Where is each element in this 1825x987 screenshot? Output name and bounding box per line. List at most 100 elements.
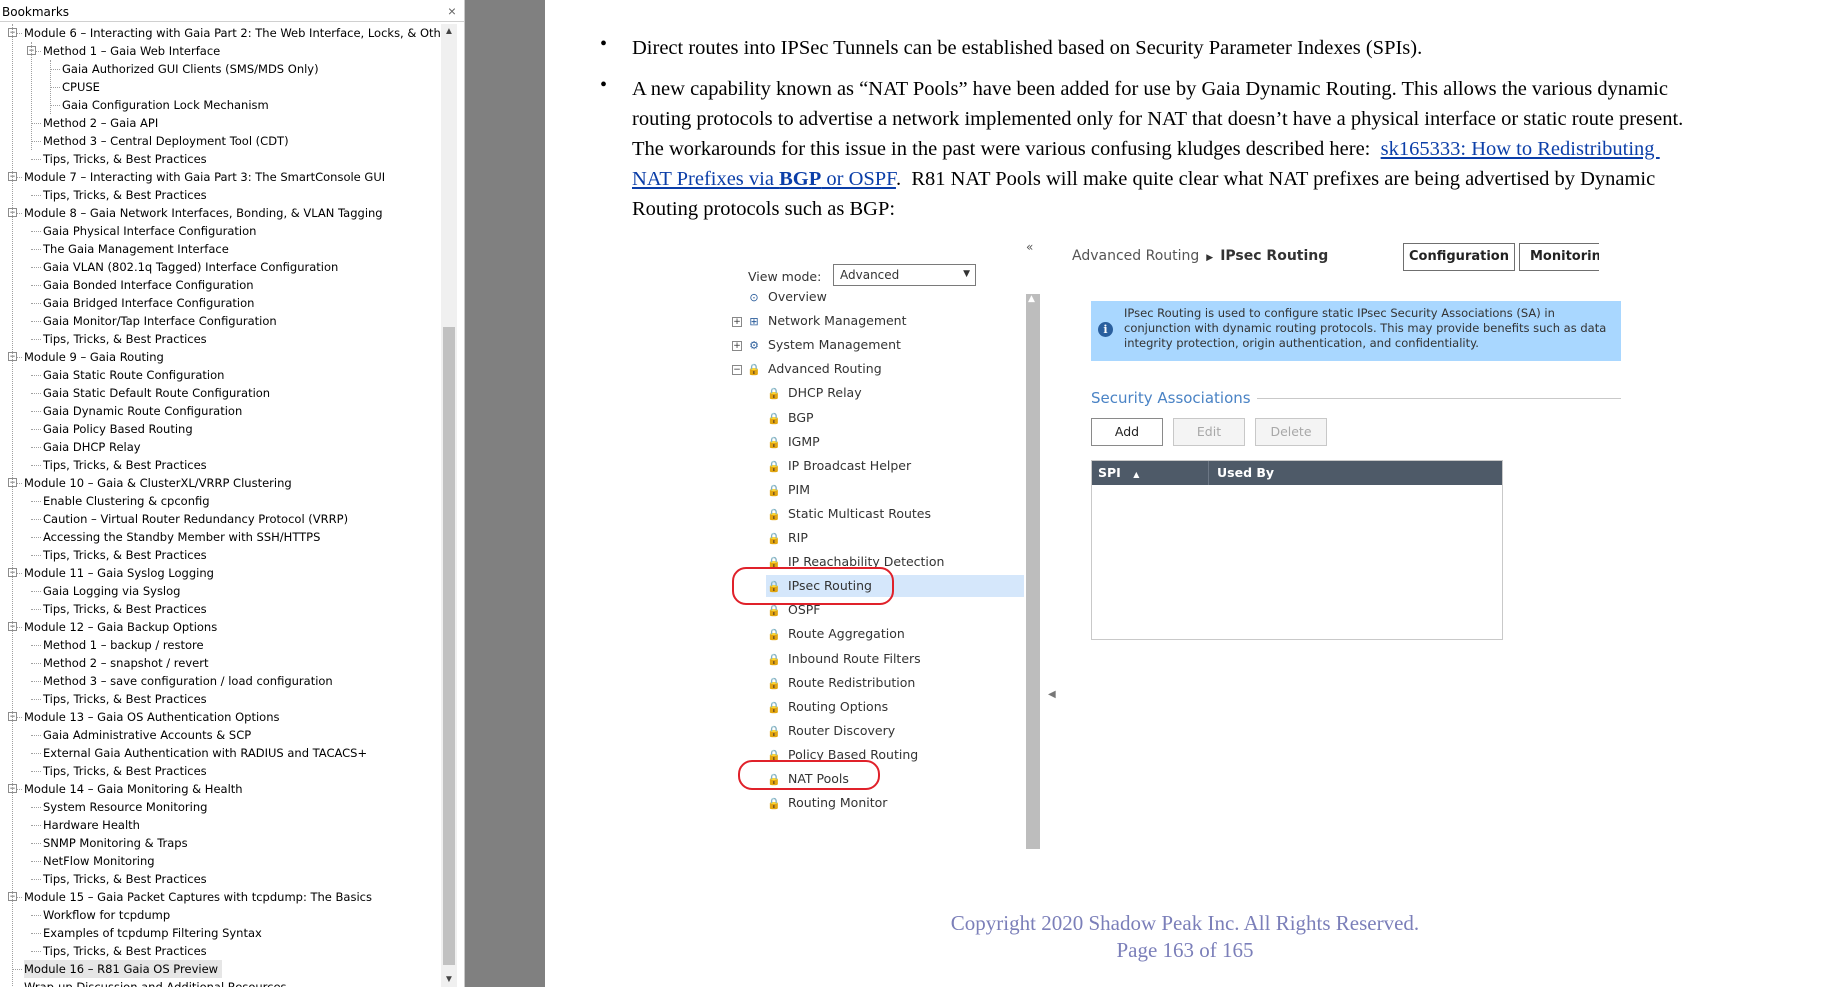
kb-link-part-2[interactable]: NAT Prefixes via BGP or OSPF	[632, 168, 896, 190]
bookmark-item[interactable]: Module 8 – Gaia Network Interfaces, Bond…	[24, 204, 383, 222]
bookmark-item[interactable]: Method 3 – Central Deployment Tool (CDT)	[43, 132, 289, 150]
bookmark-item[interactable]: External Gaia Authentication with RADIUS…	[43, 744, 367, 762]
bookmark-item[interactable]: Gaia Bridged Interface Configuration	[43, 294, 254, 312]
bookmark-item[interactable]: Enable Clustering & cpconfig	[43, 492, 210, 510]
tab-monitoring[interactable]: Monitoring	[1519, 243, 1599, 271]
nav-scrollbar[interactable]: ▲	[1026, 294, 1040, 849]
nav-item[interactable]: − 🔒 Advanced Routing	[730, 358, 1024, 380]
bookmark-item[interactable]: Workflow for tcpdump	[43, 906, 170, 924]
nav-item[interactable]: 🔒 Router Discovery	[766, 720, 1024, 742]
bookmark-item[interactable]: Gaia Physical Interface Configuration	[43, 222, 256, 240]
bookmark-item[interactable]: Module 15 – Gaia Packet Captures with tc…	[24, 888, 372, 906]
bookmark-item[interactable]: Gaia Policy Based Routing	[43, 420, 193, 438]
bookmark-item[interactable]: Tips, Tricks, & Best Practices	[43, 150, 207, 168]
bookmark-item[interactable]: Module 16 – R81 Gaia OS Preview	[24, 960, 223, 978]
bookmark-item[interactable]: Tips, Tricks, & Best Practices	[43, 330, 207, 348]
bookmark-item[interactable]: Module 11 – Gaia Syslog Logging	[24, 564, 214, 582]
table-header: SPI ▲ Used By	[1092, 461, 1502, 485]
bookmark-item[interactable]: Tips, Tricks, & Best Practices	[43, 870, 207, 888]
breadcrumb-parent[interactable]: Advanced Routing	[1072, 248, 1199, 264]
edit-button[interactable]: Edit	[1173, 418, 1245, 446]
bookmark-item[interactable]: Tips, Tricks, & Best Practices	[43, 546, 207, 564]
bookmark-item[interactable]: Tips, Tricks, & Best Practices	[43, 762, 207, 780]
tree-connector	[31, 555, 41, 556]
bookmark-item[interactable]: Gaia Bonded Interface Configuration	[43, 276, 254, 294]
bookmark-item[interactable]: Tips, Tricks, & Best Practices	[43, 456, 207, 474]
expand-toggle-icon[interactable]: +	[732, 316, 742, 327]
column-header-spi[interactable]: SPI ▲	[1098, 461, 1139, 487]
tab-configuration[interactable]: Configuration	[1403, 243, 1515, 271]
nav-item[interactable]: 🔒 RIP	[766, 527, 1024, 549]
bookmark-item[interactable]: Gaia Administrative Accounts & SCP	[43, 726, 251, 744]
nav-item[interactable]: 🔒 PIM	[766, 479, 1024, 501]
bookmark-item[interactable]: Method 1 – backup / restore	[43, 636, 204, 654]
bookmark-item[interactable]: Examples of tcpdump Filtering Syntax	[43, 924, 262, 942]
bookmarks-scrollbar[interactable]: ▲ ▼	[441, 24, 457, 987]
nav-item[interactable]: + ⊞ Network Management	[730, 310, 1024, 332]
nav-item[interactable]: 🔒 IGMP	[766, 431, 1024, 453]
bookmark-item[interactable]: System Resource Monitoring	[43, 798, 207, 816]
nav-item[interactable]: ⊙ Overview	[730, 286, 1024, 308]
nav-item[interactable]: 🔒 Inbound Route Filters	[766, 648, 1024, 670]
splitter-icon[interactable]: ◀	[1048, 689, 1056, 729]
lock-icon: 🔒	[767, 459, 781, 473]
nav-item[interactable]: 🔒 Static Multicast Routes	[766, 503, 1024, 525]
delete-button[interactable]: Delete	[1255, 418, 1327, 446]
nav-item-label: Inbound Route Filters	[788, 650, 921, 666]
bookmark-item[interactable]: Accessing the Standby Member with SSH/HT…	[43, 528, 320, 546]
tree-connector	[31, 933, 41, 934]
kb-link-part-1[interactable]: sk165333: How to Redistributing	[1381, 138, 1660, 160]
bookmark-item[interactable]: Module 6 – Interacting with Gaia Part 2:…	[24, 24, 440, 42]
nav-item[interactable]: 🔒 Routing Options	[766, 696, 1024, 718]
bookmark-item[interactable]: Module 7 – Interacting with Gaia Part 3:…	[24, 168, 385, 186]
bookmark-item[interactable]: Gaia Static Default Route Configuration	[43, 384, 270, 402]
scroll-up-icon[interactable]: ▲	[444, 26, 454, 37]
bookmark-item[interactable]: Gaia Dynamic Route Configuration	[43, 402, 242, 420]
close-icon[interactable]: ×	[448, 3, 456, 19]
collapse-icon[interactable]: «	[1026, 240, 1033, 254]
expand-toggle-icon[interactable]: +	[732, 340, 742, 351]
bookmark-item[interactable]: Tips, Tricks, & Best Practices	[43, 942, 207, 960]
bookmark-item[interactable]: Gaia Monitor/Tap Interface Configuration	[43, 312, 277, 330]
scroll-down-icon[interactable]: ▼	[444, 974, 454, 985]
bookmark-item[interactable]: Gaia VLAN (802.1q Tagged) Interface Conf…	[43, 258, 338, 276]
scroll-up-icon[interactable]: ▲	[1028, 294, 1035, 304]
tree-connector	[31, 195, 41, 196]
bookmark-item[interactable]: Module 12 – Gaia Backup Options	[24, 618, 217, 636]
bookmark-item[interactable]: Caution – Virtual Router Redundancy Prot…	[43, 510, 348, 528]
expand-toggle-icon[interactable]: −	[732, 364, 742, 375]
bookmark-item[interactable]: Module 13 – Gaia OS Authentication Optio…	[24, 708, 279, 726]
bookmark-item[interactable]: Gaia Logging via Syslog	[43, 582, 180, 600]
nav-item[interactable]: 🔒 Route Redistribution	[766, 672, 1024, 694]
bookmark-item[interactable]: CPUSE	[62, 78, 100, 96]
bookmark-item[interactable]: The Gaia Management Interface	[43, 240, 229, 258]
bookmark-item[interactable]: Gaia Authorized GUI Clients (SMS/MDS Onl…	[62, 60, 319, 78]
bookmark-item[interactable]: Method 3 – save configuration / load con…	[43, 672, 333, 690]
nav-item[interactable]: 🔒 IP Broadcast Helper	[766, 455, 1024, 477]
bookmark-item[interactable]: SNMP Monitoring & Traps	[43, 834, 188, 852]
column-header-used-by[interactable]: Used By	[1208, 461, 1274, 485]
bookmark-item[interactable]: Tips, Tricks, & Best Practices	[43, 600, 207, 618]
bookmark-item[interactable]: Gaia Configuration Lock Mechanism	[62, 96, 269, 114]
nav-item[interactable]: 🔒 Routing Monitor	[766, 792, 1024, 814]
nav-item[interactable]: + ⚙ System Management	[730, 334, 1024, 356]
add-button[interactable]: Add	[1091, 418, 1163, 446]
bookmark-item[interactable]: NetFlow Monitoring	[43, 852, 155, 870]
nav-item[interactable]: 🔒 BGP	[766, 407, 1024, 429]
bookmark-item[interactable]: Module 10 – Gaia & ClusterXL/VRRP Cluste…	[24, 474, 292, 492]
bookmark-item[interactable]: Module 9 – Gaia Routing	[24, 348, 164, 366]
bookmark-item[interactable]: Method 2 – Gaia API	[43, 114, 158, 132]
bookmark-item[interactable]: Module 14 – Gaia Monitoring & Health	[24, 780, 243, 798]
bookmark-item[interactable]: Tips, Tricks, & Best Practices	[43, 690, 207, 708]
bookmark-item[interactable]: Hardware Health	[43, 816, 140, 834]
bookmark-item[interactable]: Gaia DHCP Relay	[43, 438, 141, 456]
bookmark-item[interactable]: Tips, Tricks, & Best Practices	[43, 186, 207, 204]
bookmark-item[interactable]: Wrap-up Discussion and Additional Resour…	[24, 978, 287, 987]
view-mode-select[interactable]: Advanced ▼	[833, 264, 976, 286]
nav-item[interactable]: 🔒 Route Aggregation	[766, 623, 1024, 645]
scrollbar-thumb[interactable]	[443, 327, 455, 965]
bookmark-item[interactable]: Method 1 – Gaia Web Interface	[43, 42, 220, 60]
bookmark-item[interactable]: Method 2 – snapshot / revert	[43, 654, 208, 672]
nav-item[interactable]: 🔒 DHCP Relay	[766, 382, 1024, 404]
bookmark-item[interactable]: Gaia Static Route Configuration	[43, 366, 224, 384]
